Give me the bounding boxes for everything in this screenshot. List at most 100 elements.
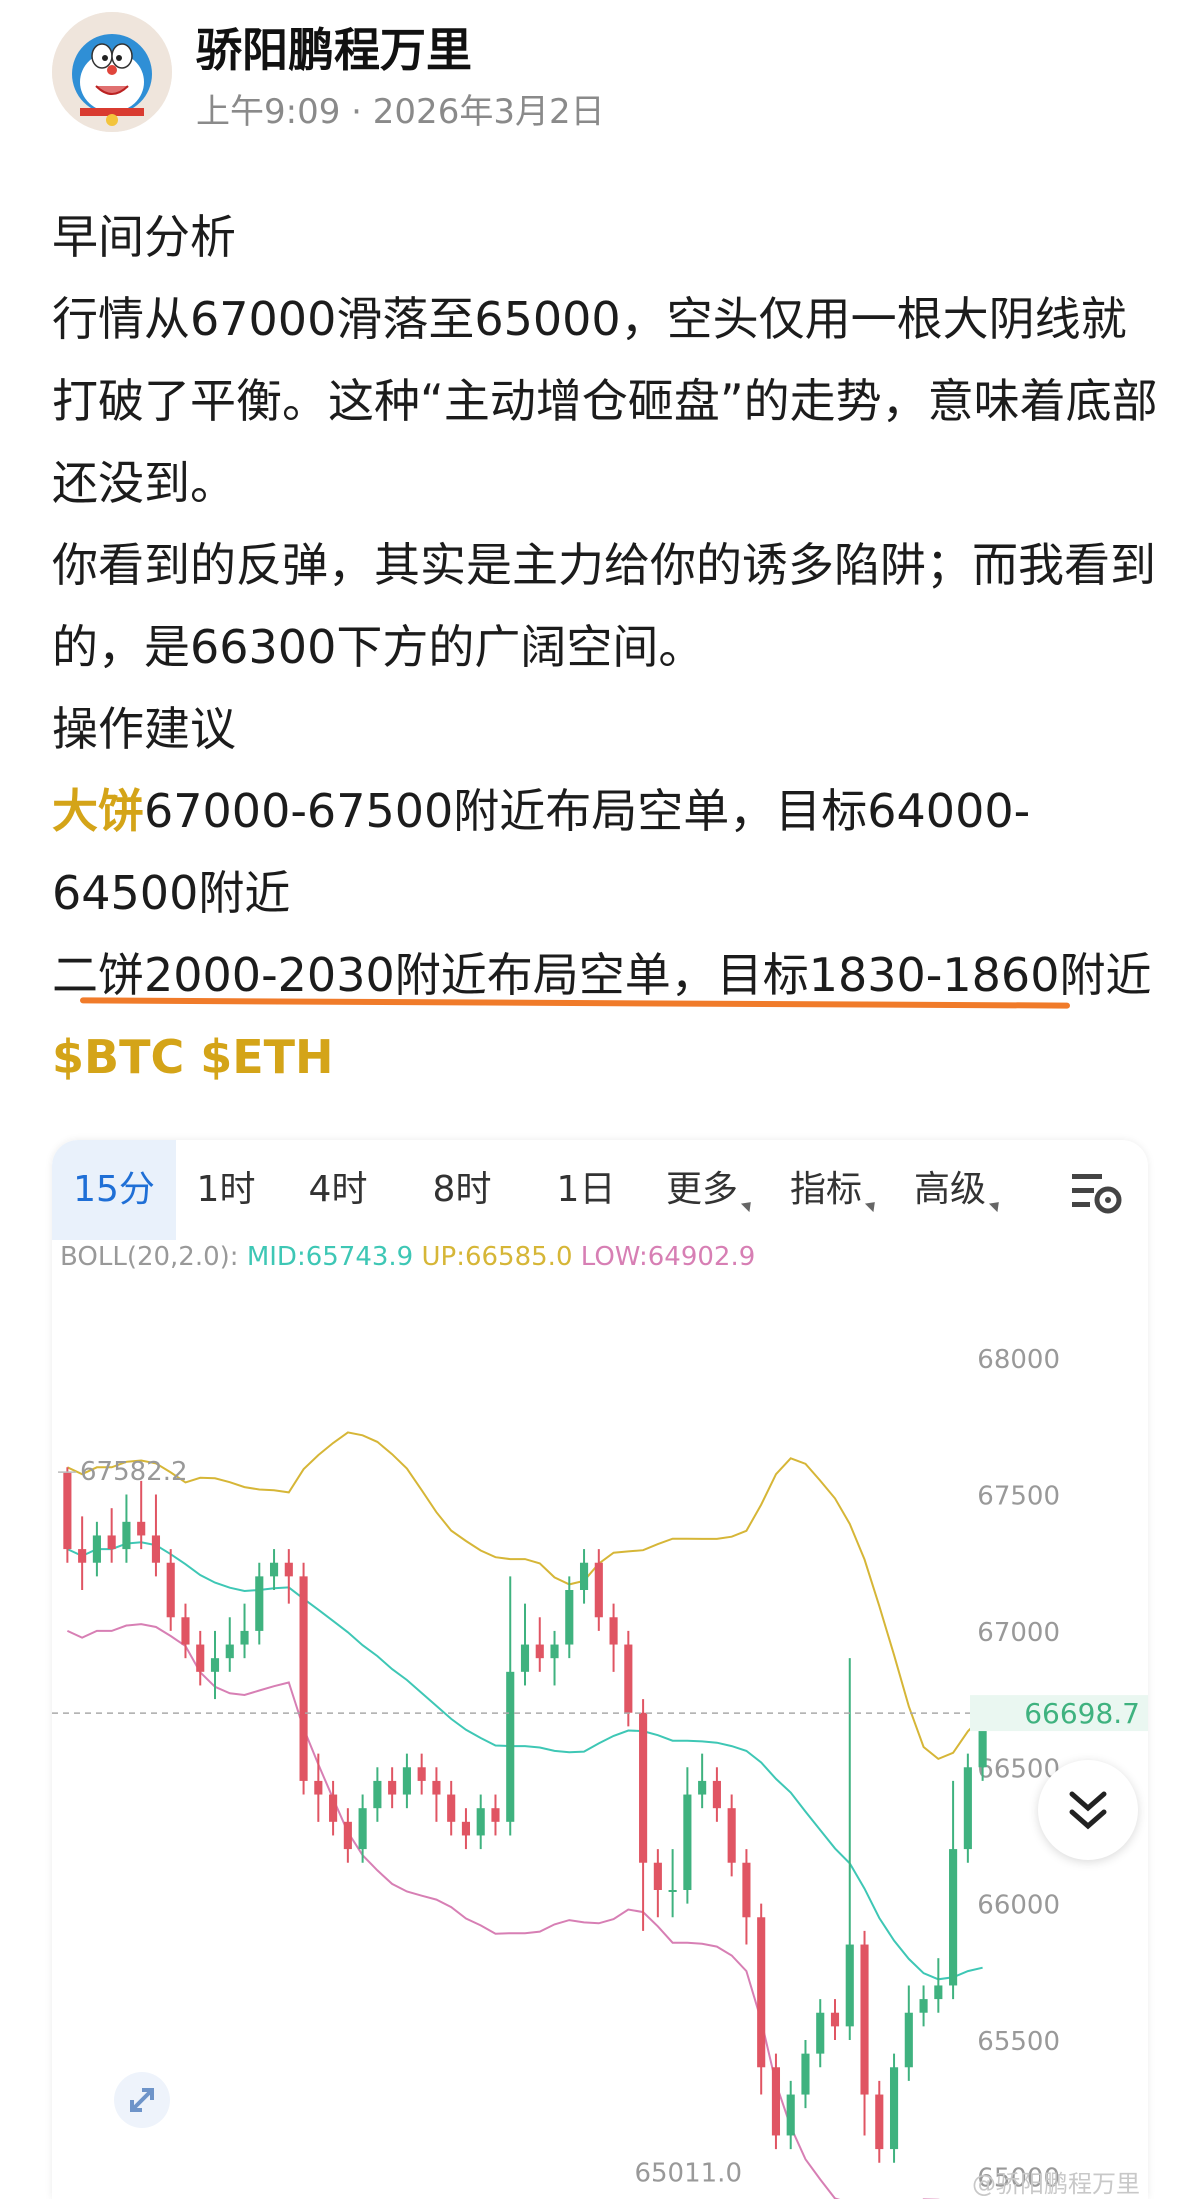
candle-body [934,1985,943,2000]
candle-body [904,2012,913,2068]
candle-body [225,1644,234,1659]
candle-body [579,1562,589,1590]
post-body: 早间分析 行情从67000滑落至65000，空头仅用一根大阴线就打破了平衡。这种… [52,196,1162,1098]
candle-body [520,1644,530,1672]
eth-suggestion: 二饼2000-2030附近布局空单，目标1830-1860附近 $BTC $ETH [52,934,1162,1098]
tab-more-label: 更多 [665,1169,738,1210]
candle-body [151,1535,161,1563]
candle-body [417,1767,426,1781]
post-date: 2026年3月2日 [372,92,605,132]
boll-low: LOW:64902.9 [580,1242,756,1272]
eth-label: 二饼 [52,948,144,1002]
btc-label: 大饼 [52,784,144,838]
post-time: 上午9:09 [196,92,341,132]
candle-body [949,1849,958,1986]
avatar[interactable] [52,12,172,132]
tab-15m[interactable]: 15分 [52,1140,176,1240]
tab-1d[interactable]: 1日 [524,1140,648,1240]
tab-advanced[interactable]: 高级 [896,1140,1020,1240]
candle-body [771,2067,781,2136]
candle-body [624,1644,633,1713]
candle-body [919,1999,928,2013]
y-tick-label: 67500 [977,1482,1060,1512]
post-paragraph: 你看到的反弹，其实是主力给你的诱多陷阱；而我看到的，是66300下方的广阔空间。 [52,538,1156,674]
candle-body [196,1644,205,1672]
candle-body [92,1535,101,1563]
y-tick-label: 68000 [977,1345,1060,1375]
candle-body [373,1780,382,1809]
post-meta: 上午9:09 · 2026年3月2日 [196,84,605,133]
candle-body [78,1549,87,1563]
candle-body [875,2094,884,2150]
candle-body [727,1808,736,1863]
tab-1h[interactable]: 1时 [176,1140,276,1240]
author-name[interactable]: 骄阳鹏程万里 [196,14,472,80]
candle-body [609,1617,618,1645]
scroll-down-button[interactable] [1038,1760,1138,1860]
candle-body [210,1658,220,1672]
candle-body [314,1780,323,1795]
candle-body [786,2094,795,2136]
candle-body [402,1767,411,1795]
candle-body [816,2012,825,2054]
tab-4h[interactable]: 4时 [276,1140,400,1240]
boll-up: UP:66585.0 [421,1242,573,1272]
candle-body [963,1767,972,1850]
candle-body [594,1562,603,1618]
post-paragraph: 早间分析 [52,210,236,264]
candle-body [329,1794,338,1822]
candle-body [978,1726,987,1768]
expand-icon[interactable] [112,2070,172,2130]
candle-body [432,1780,441,1795]
kline-chart-card[interactable]: 15分 1时 4时 8时 1日 更多 指标 高级 BOLL(20,2.0): M… [52,1140,1148,2199]
coin-tags[interactable]: $BTC $ETH [52,1030,334,1084]
candle-body [757,1917,766,2068]
boll-mid: MID:65743.9 [246,1242,414,1272]
tab-indicators-label: 指标 [789,1169,862,1210]
double-chevron-down-icon [1069,1791,1107,1830]
boll-label: BOLL(20,2.0): [60,1242,239,1272]
candle-body [565,1590,574,1645]
candle-body [830,2012,840,2027]
btc-suggestion: 大饼67000-67500附近布局空单，目标64000-64500附近 [52,770,1162,934]
watermark: @骄阳鹏程万里 [972,2170,1140,2198]
candle-body [801,2053,810,2095]
candle-body [358,1808,367,1850]
candle-body [860,1944,869,2095]
dropdown-triangle-icon [864,1197,880,1213]
boll-upper-line [66,1431,984,1761]
high-marker-label: 67582.2 [80,1457,188,1487]
candle-body [639,1712,648,1863]
current-price-label: 66698.7 [1024,1697,1140,1730]
tab-more[interactable]: 更多 [648,1140,772,1240]
y-tick-label: 67000 [977,1618,1060,1648]
post-paragraph: 操作建议 [52,702,236,756]
candle-body [653,1862,662,1890]
candle-body [491,1808,500,1822]
low-marker-label: 65011.0 [634,2158,742,2188]
candle-body [240,1630,249,1645]
boll-lower-line [66,1623,940,2199]
post-paragraph: 行情从67000滑落至65000，空头仅用一根大阴线就打破了平衡。这种“主动增仓… [52,292,1158,510]
candle-body [122,1521,131,1550]
candle-body [284,1562,293,1577]
tab-indicators[interactable]: 指标 [772,1140,896,1240]
candle-body [698,1780,707,1795]
doraemon-avatar-icon [52,12,172,132]
interval-tabs: 15分 1时 4时 8时 1日 更多 指标 高级 [52,1140,1148,1240]
candle-body [255,1576,264,1631]
chart-settings-icon[interactable] [1072,1168,1124,1216]
candle-body [343,1821,352,1850]
candle-body [107,1535,116,1550]
candle-body [166,1562,175,1618]
tab-8h[interactable]: 8时 [400,1140,524,1240]
candle-body [137,1521,146,1536]
tab-advanced-label: 高级 [913,1169,986,1210]
boll-legend: BOLL(20,2.0): MID:65743.9 UP:66585.0 LOW… [60,1242,755,1272]
y-tick-label: 66000 [977,1891,1060,1921]
candle-body [299,1576,308,1781]
candle-body [63,1472,72,1550]
candle-body [683,1794,692,1890]
candlestick-plot[interactable]: 6800067500670006650066000655006500066698… [52,1280,1148,2199]
candle-body [461,1821,471,1836]
